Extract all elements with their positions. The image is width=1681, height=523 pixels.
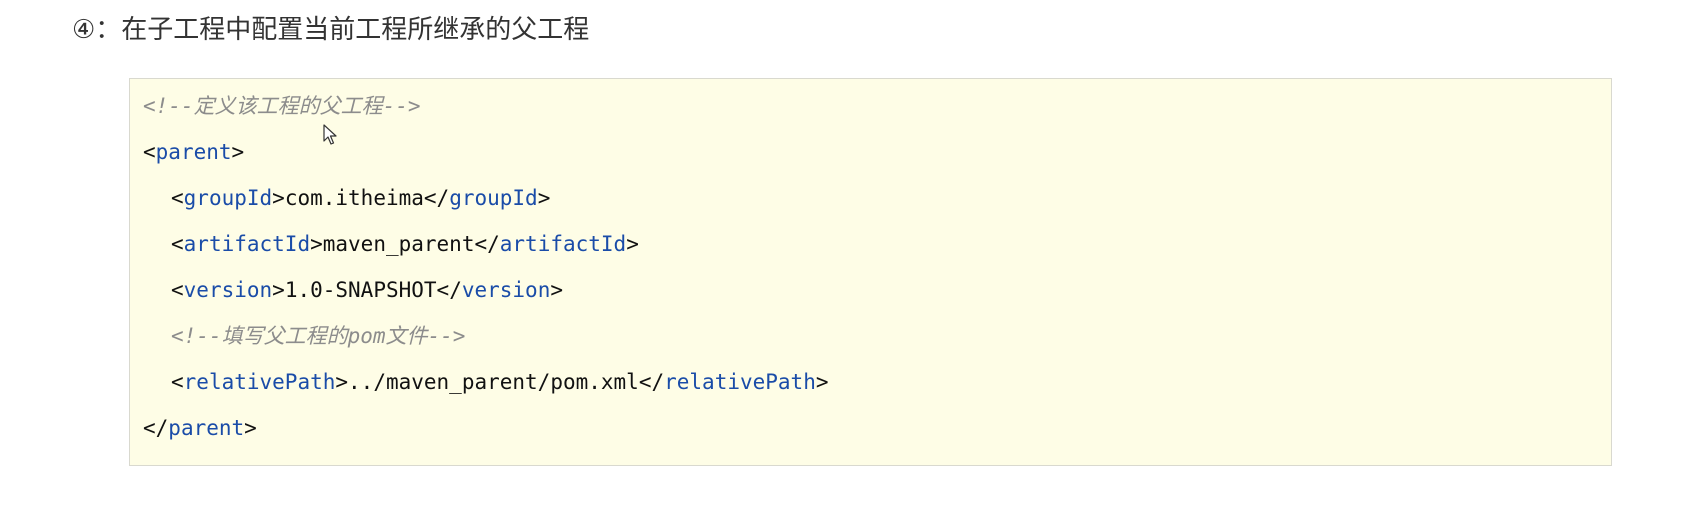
code-comment-define-parent: <!--定义该工程的父工程--> (143, 94, 421, 118)
group-id-value: com.itheima (284, 186, 424, 210)
version-value: 1.0-SNAPSHOT (284, 278, 437, 302)
group-id-open-tag: groupId (183, 186, 273, 210)
relative-path-open-tag: relativePath (183, 370, 336, 394)
code-line-relative-path: <relativePath>../maven_parent/pom.xml</r… (171, 370, 829, 394)
version-close-tag: version (461, 278, 551, 302)
parent-open-tag: parent (155, 140, 232, 164)
group-id-close-tag: groupId (449, 186, 538, 210)
code-line-parent-close: </parent> (143, 416, 257, 440)
artifact-id-close-tag: artifactId (499, 232, 627, 256)
arrow-cursor-icon (323, 124, 337, 145)
artifact-id-open-tag: artifactId (183, 232, 311, 256)
relative-path-close-tag: relativePath (664, 370, 816, 394)
relative-path-value: ../maven_parent/pom.xml (348, 370, 639, 394)
version-open-tag: version (183, 278, 273, 302)
code-comment-pom: <!--填写父工程的pom文件--> (171, 324, 466, 348)
code-line-artifact-id: <artifactId>maven_parent</artifactId> (171, 232, 639, 256)
code-line-parent-open: <parent> (143, 140, 245, 164)
artifact-id-value: maven_parent (322, 232, 475, 256)
code-block: <!--定义该工程的父工程--> <parent> <groupId>com.i… (129, 78, 1612, 466)
code-line-version: <version>1.0-SNAPSHOT</version> (171, 278, 564, 302)
parent-close-tag: parent (168, 416, 245, 440)
section-heading: ④：在子工程中配置当前工程所继承的父工程 (72, 15, 590, 45)
code-line-group-id: <groupId>com.itheima</groupId> (171, 186, 551, 210)
